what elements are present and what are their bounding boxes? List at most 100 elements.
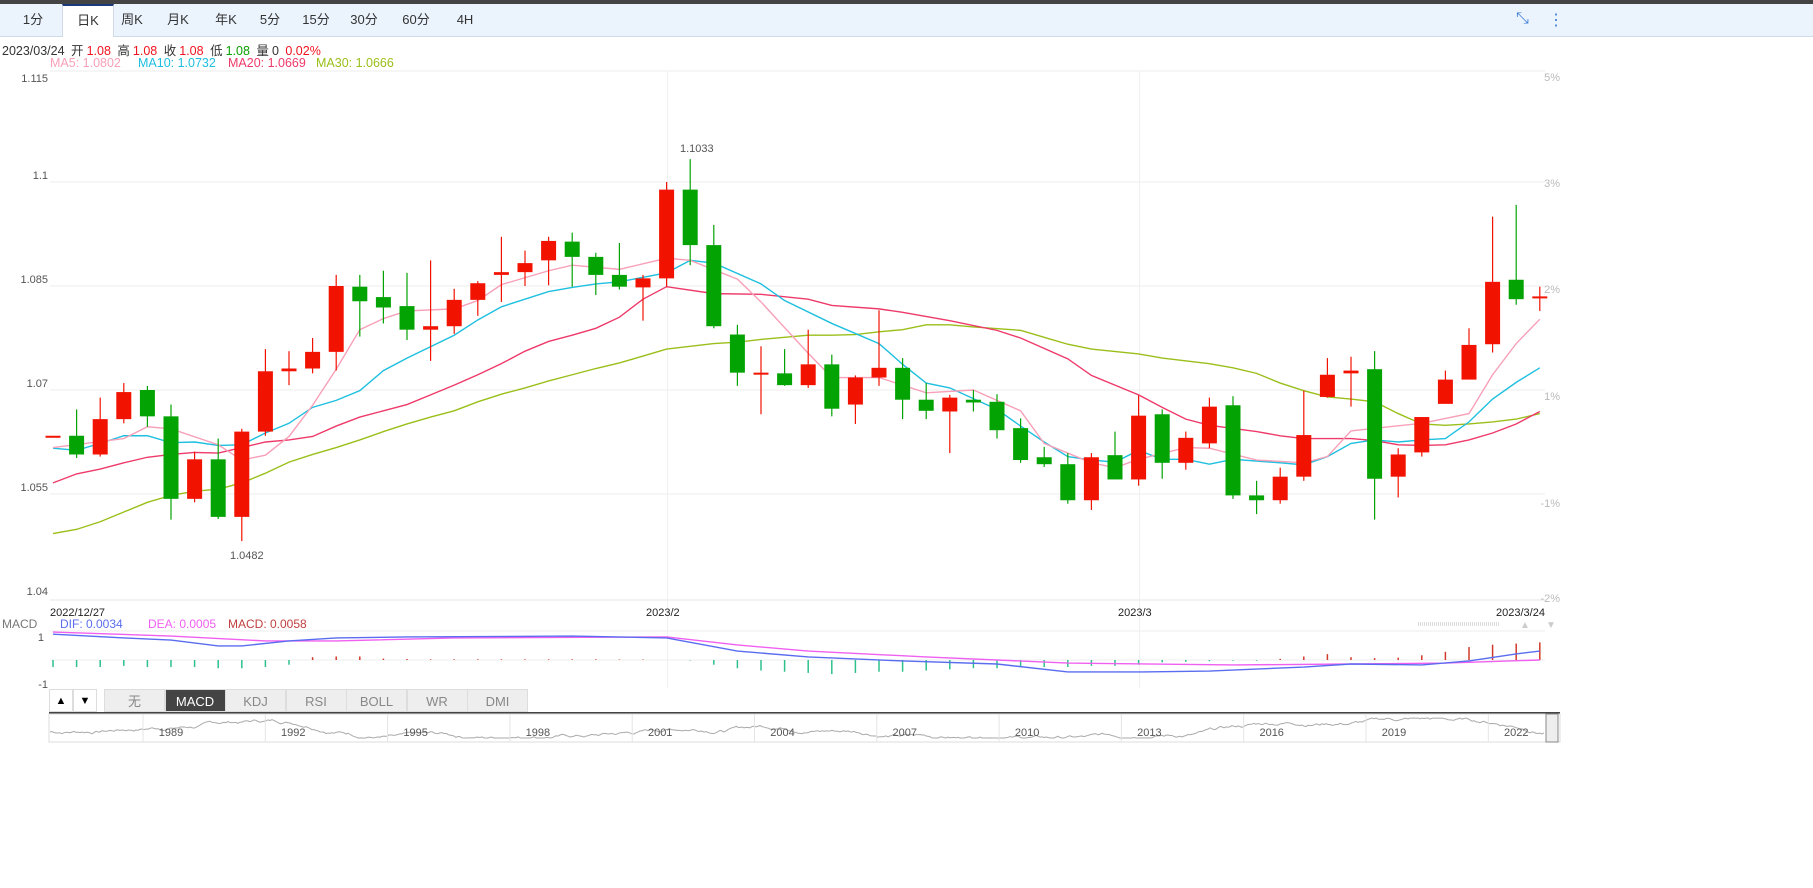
candle-body	[328, 286, 344, 352]
candle[interactable]	[1414, 417, 1430, 457]
indicator-tab-6[interactable]: DMI	[467, 689, 528, 712]
candle[interactable]	[1485, 216, 1501, 353]
candle[interactable]	[1131, 395, 1147, 486]
candle[interactable]	[1249, 480, 1265, 515]
percent-tick-label: 3%	[1544, 178, 1560, 190]
low-annotation: 1.0482	[230, 550, 264, 562]
candle[interactable]	[635, 274, 651, 321]
candle-body	[1013, 428, 1029, 461]
navigator-handle[interactable]	[1545, 713, 1559, 743]
candle-body	[1319, 374, 1335, 397]
indicator-tab-5[interactable]: WR	[406, 689, 468, 712]
candle[interactable]	[1390, 448, 1406, 498]
candle[interactable]	[1154, 409, 1170, 479]
candle-body	[1532, 296, 1548, 299]
candle-body	[1461, 344, 1477, 380]
candle[interactable]	[234, 428, 250, 542]
candle[interactable]	[1013, 418, 1029, 463]
candle[interactable]	[895, 358, 911, 420]
candle[interactable]	[163, 404, 179, 520]
candle-body	[800, 364, 816, 386]
candle[interactable]	[682, 159, 698, 266]
dea-legend: DEA: 0.0005	[148, 617, 216, 631]
navigator-year-label: 2013	[1137, 727, 1161, 739]
macd-scroll-up-icon[interactable]: ▲	[1520, 620, 1530, 631]
candle[interactable]	[753, 346, 769, 415]
y-tick-label: 1.04	[27, 586, 48, 598]
candle[interactable]	[375, 270, 391, 324]
candle[interactable]	[187, 451, 203, 503]
y-tick-label: 1.1	[33, 170, 48, 182]
candle[interactable]	[92, 397, 108, 457]
high-annotation: 1.1033	[680, 143, 714, 155]
candle-body	[1083, 457, 1099, 501]
indicator-tab-2[interactable]: KDJ	[225, 689, 286, 712]
indicator-tab-3[interactable]: RSI	[285, 689, 347, 712]
move-down-icon[interactable]: ▼	[73, 689, 97, 712]
x-label-end: 2023/3/24	[1496, 607, 1545, 619]
indicator-tab-4[interactable]: BOLL	[346, 689, 407, 712]
candle[interactable]	[541, 236, 557, 286]
candle[interactable]	[706, 224, 722, 329]
candle-body	[187, 459, 203, 499]
candle[interactable]	[588, 252, 604, 296]
candle-body	[375, 297, 391, 308]
candle[interactable]	[1036, 446, 1052, 467]
candle-body	[423, 326, 439, 330]
candle[interactable]	[399, 272, 415, 341]
candle[interactable]	[942, 394, 958, 454]
candle[interactable]	[1107, 431, 1123, 480]
candle[interactable]	[1272, 467, 1288, 504]
candle[interactable]	[470, 281, 486, 316]
candle[interactable]	[611, 243, 627, 290]
candle[interactable]	[1319, 358, 1335, 398]
candle[interactable]	[965, 390, 981, 412]
candle[interactable]	[328, 274, 344, 371]
candle[interactable]	[45, 435, 61, 438]
candle[interactable]	[1201, 397, 1217, 449]
candle[interactable]	[139, 385, 155, 427]
candle[interactable]	[1508, 204, 1524, 305]
candle-body	[682, 189, 698, 246]
candle[interactable]	[517, 250, 533, 286]
candle[interactable]	[659, 182, 675, 287]
navigator-price-line	[49, 717, 1545, 739]
candle[interactable]	[446, 288, 462, 334]
candle[interactable]	[824, 354, 840, 417]
y-tick-label: 1.115	[21, 73, 48, 85]
navigator-year-label: 2010	[1015, 727, 1039, 739]
candle[interactable]	[210, 438, 226, 519]
candle-body	[611, 274, 627, 287]
candle[interactable]	[116, 383, 132, 424]
macd-scroll-down-icon[interactable]: ▼	[1546, 620, 1556, 631]
candle[interactable]	[564, 232, 580, 287]
navigator[interactable]	[48, 713, 1561, 743]
candle[interactable]	[305, 338, 321, 374]
candle[interactable]	[1461, 328, 1477, 380]
candle[interactable]	[1083, 453, 1099, 510]
candle[interactable]	[1296, 390, 1312, 481]
indicator-tab-0[interactable]: 无	[104, 689, 165, 712]
navigator-year-label: 2022	[1504, 727, 1528, 739]
candle[interactable]	[69, 409, 85, 458]
move-up-icon[interactable]: ▲	[49, 689, 73, 712]
candle-body	[517, 263, 533, 273]
candle[interactable]	[729, 324, 745, 386]
indicator-tab-1[interactable]: MACD	[164, 689, 226, 712]
candle-body	[1296, 435, 1312, 477]
candle-body	[1154, 414, 1170, 463]
candle[interactable]	[493, 236, 509, 302]
candle[interactable]	[1178, 431, 1194, 470]
candlestick-chart[interactable]: 1.115 1.1 1.085 1.07 1.055 1.04 5% 3% 2% 1% -1% -2…	[0, 0, 1813, 888]
candle[interactable]	[918, 383, 934, 420]
candle[interactable]	[989, 394, 1005, 439]
candle[interactable]	[1437, 370, 1453, 404]
candle-body	[1060, 464, 1076, 501]
candle[interactable]	[281, 351, 297, 386]
candle[interactable]	[1060, 453, 1076, 504]
candle[interactable]	[1225, 396, 1241, 499]
candle[interactable]	[777, 349, 793, 386]
candle-body	[1036, 457, 1052, 465]
candle[interactable]	[847, 375, 863, 424]
candle[interactable]	[257, 349, 273, 436]
